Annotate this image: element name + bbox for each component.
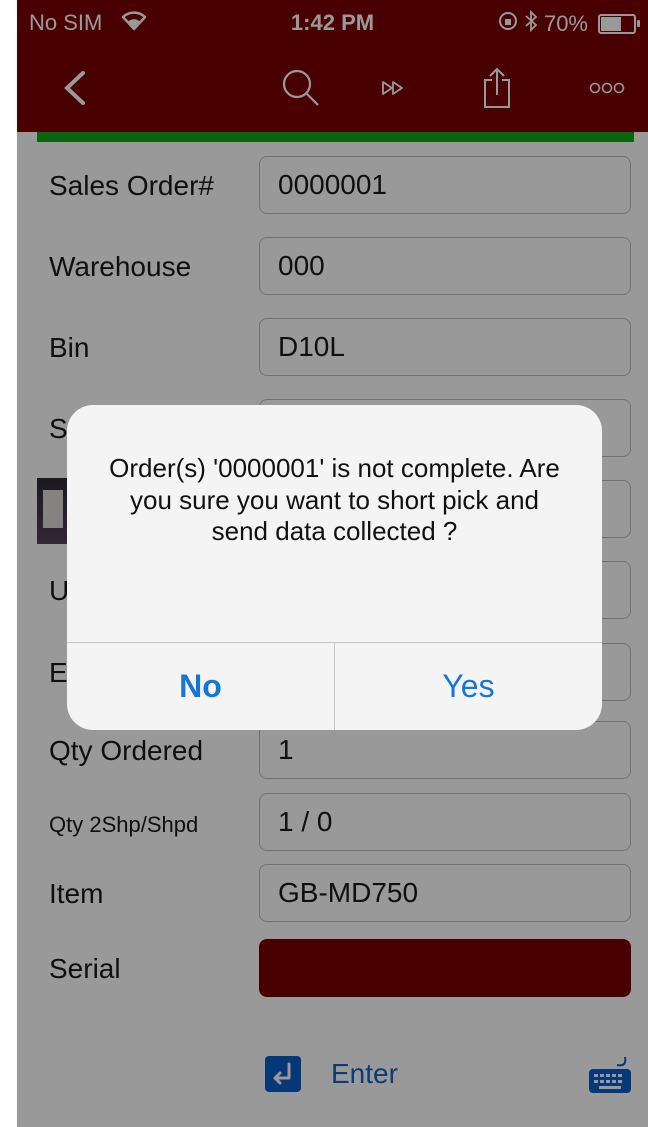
no-button[interactable]: No <box>67 643 334 730</box>
yes-button[interactable]: Yes <box>335 643 602 730</box>
app-screen: No SIM 1:42 PM 70% Sales Order# 0000001 … <box>17 0 648 1127</box>
alert-message: Order(s) '0000001' is not complete. Are … <box>109 453 560 547</box>
alert-dialog: Order(s) '0000001' is not complete. Are … <box>67 405 602 730</box>
